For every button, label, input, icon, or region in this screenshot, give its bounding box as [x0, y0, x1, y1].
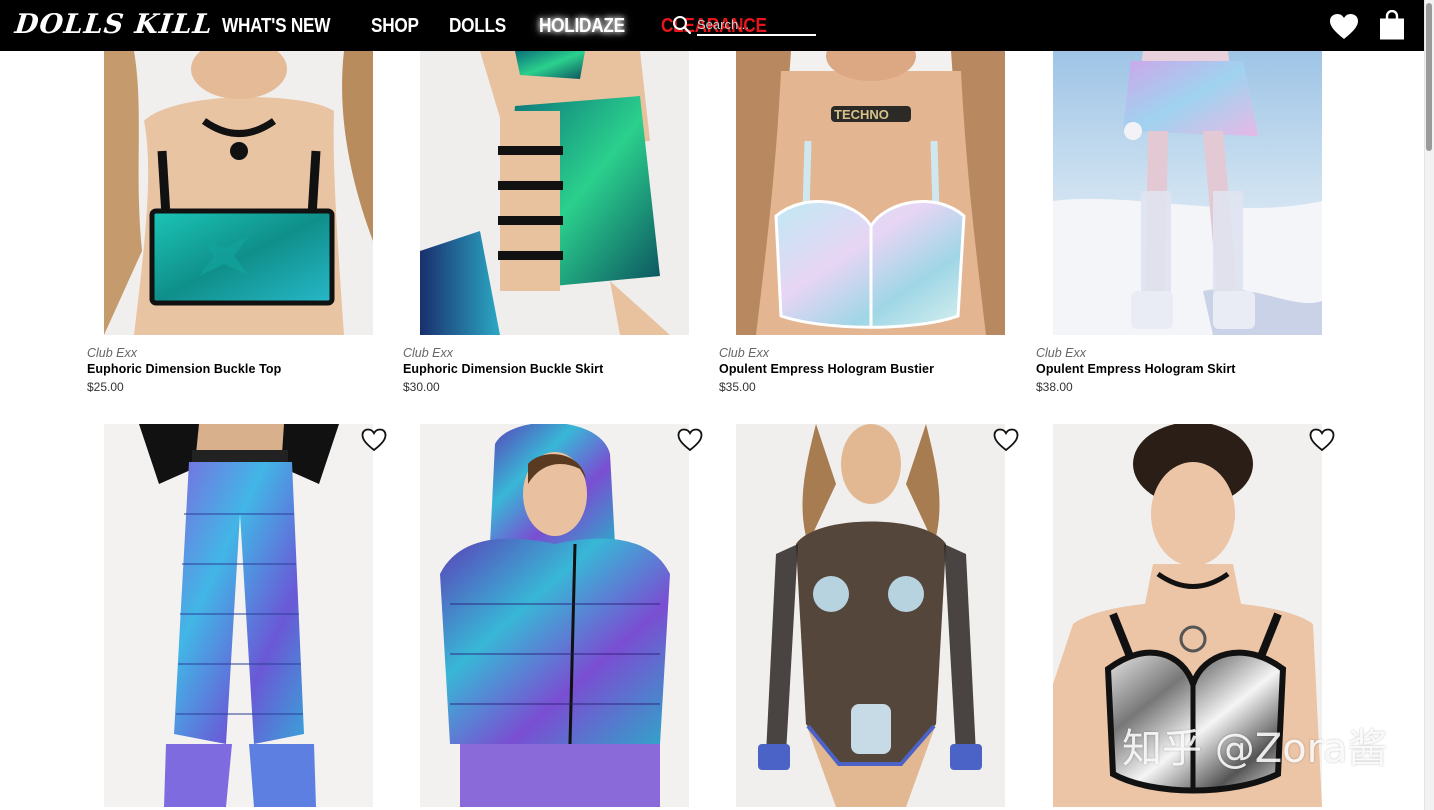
- nav-holidaze[interactable]: HOLIDAZE: [539, 13, 625, 39]
- product-name[interactable]: Euphoric Dimension Buckle Top: [87, 362, 281, 377]
- nav-shop[interactable]: SHOP: [371, 13, 419, 39]
- product-image-buckle-skirt[interactable]: [420, 51, 689, 335]
- product-price: $25.00: [87, 380, 124, 394]
- product-image-buckle-top[interactable]: [104, 51, 373, 335]
- nav-dolls[interactable]: DOLLS: [449, 13, 506, 39]
- heart-outline-icon[interactable]: [993, 428, 1019, 452]
- product-brand: Club Exx: [719, 346, 770, 360]
- svg-text:TECHNO: TECHNO: [834, 107, 889, 122]
- heart-outline-icon[interactable]: [1309, 428, 1335, 452]
- product-image-mesh-bodysuit[interactable]: [736, 424, 1005, 807]
- top-nav-bar: DOLLS KILL WHAT'S NEW SHOP DOLLS HOLIDAZ…: [0, 0, 1424, 51]
- heart-outline-icon[interactable]: [677, 428, 703, 452]
- product-brand: Club Exx: [1036, 346, 1087, 360]
- product-brand: Club Exx: [87, 346, 138, 360]
- shopping-bag-icon[interactable]: [1379, 10, 1405, 40]
- search-box[interactable]: [672, 14, 818, 36]
- product-name[interactable]: Opulent Empress Hologram Bustier: [719, 362, 934, 377]
- page-scrollbar-thumb[interactable]: [1426, 3, 1432, 151]
- product-price: $30.00: [403, 380, 440, 394]
- search-icon[interactable]: [672, 15, 692, 35]
- product-name[interactable]: Euphoric Dimension Buckle Skirt: [403, 362, 603, 377]
- product-brand: Club Exx: [403, 346, 454, 360]
- dolls-kill-logo[interactable]: DOLLS KILL: [13, 9, 214, 40]
- nav-whats-new[interactable]: WHAT'S NEW: [222, 13, 330, 39]
- product-name[interactable]: Opulent Empress Hologram Skirt: [1036, 362, 1236, 377]
- search-input[interactable]: [697, 14, 816, 36]
- product-image-puffer-jacket[interactable]: [420, 424, 689, 807]
- product-image-hologram-skirt[interactable]: [1053, 51, 1322, 335]
- watermark-text: 知乎 @Zora酱: [1122, 726, 1388, 772]
- product-image-hologram-bustier[interactable]: TECHNO: [736, 51, 1005, 335]
- product-image-puffer-pants[interactable]: [104, 424, 373, 807]
- product-price: $35.00: [719, 380, 756, 394]
- product-price: $38.00: [1036, 380, 1073, 394]
- heart-icon[interactable]: [1330, 14, 1358, 40]
- heart-outline-icon[interactable]: [361, 428, 387, 452]
